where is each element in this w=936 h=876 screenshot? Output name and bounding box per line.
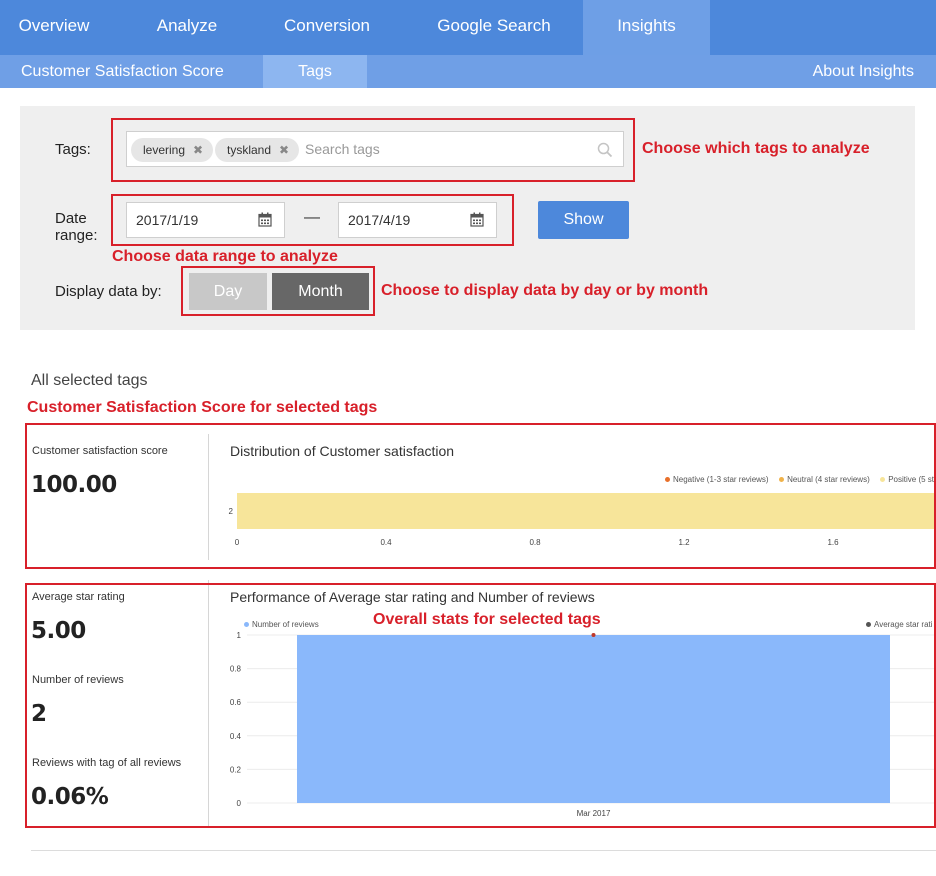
tab-conversion[interactable]: Conversion	[268, 0, 386, 55]
annotation-display: Choose to display data by day or by mont…	[381, 282, 709, 299]
tab-analyze[interactable]: Analyze	[133, 0, 241, 55]
tab-google-search[interactable]: Google Search	[420, 0, 568, 55]
date-label-line-2: range:	[55, 227, 98, 244]
subnav-about-insights[interactable]: About Insights	[813, 55, 914, 88]
annotation-csat: Customer Satisfaction Score for selected…	[27, 399, 378, 416]
date-range-label: Date range:	[55, 210, 98, 244]
date-highlight-box	[111, 194, 514, 246]
subnav-tags[interactable]: Tags	[263, 55, 367, 88]
tags-label: Tags:	[55, 141, 91, 158]
display-highlight-box	[181, 266, 375, 316]
bottom-divider	[31, 850, 936, 851]
date-label-line-1: Date	[55, 210, 87, 227]
subnav-customer-satisfaction-score[interactable]: Customer Satisfaction Score	[21, 55, 224, 88]
top-nav: Overview Analyze Conversion Google Searc…	[0, 0, 936, 55]
show-button[interactable]: Show	[538, 201, 629, 239]
annotation-date: Choose data range to analyze	[112, 248, 338, 265]
overall-highlight-box	[25, 583, 936, 828]
display-by-label: Display data by:	[55, 283, 162, 300]
tags-highlight-box	[111, 118, 635, 182]
tab-insights[interactable]: Insights	[583, 0, 710, 55]
csat-highlight-box	[25, 423, 936, 569]
annotation-tags: Choose which tags to analyze	[642, 140, 870, 157]
tab-overview[interactable]: Overview	[0, 0, 108, 55]
section-title: All selected tags	[31, 372, 148, 389]
sub-nav: Customer Satisfaction Score Tags About I…	[0, 55, 936, 88]
